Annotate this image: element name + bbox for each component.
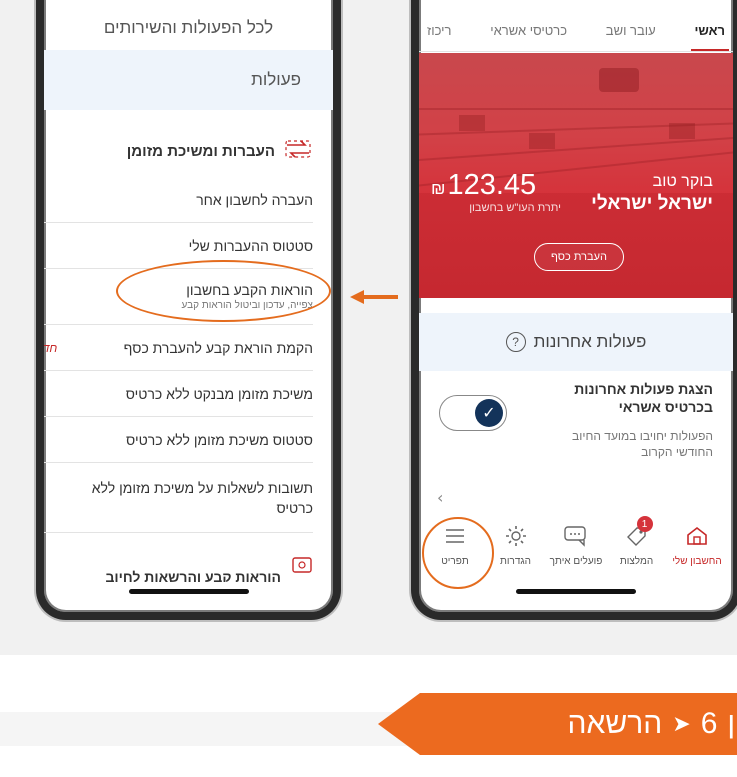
home-icon: [682, 522, 712, 550]
help-icon[interactable]: ?: [505, 332, 526, 352]
user-name: ישראל ישראלי: [591, 193, 713, 214]
menu-item-label: סטטוס ההעברות שלי: [188, 237, 313, 254]
nav-with-you[interactable]: פועלים איתך: [548, 522, 604, 584]
balance-block: ₪123.45 יתרת העו"ש בחשבון: [431, 169, 561, 214]
greeting-text: בוקר טוב: [652, 173, 713, 190]
menu-item-label: הקמת הוראת קבע להעברת כסף: [123, 339, 313, 356]
account-hero: בוקר טוב ישראל ישראלי ₪123.45 יתרת העו"ש…: [419, 53, 733, 298]
balance-label: יתרת העו"ש בחשבון: [469, 202, 561, 214]
phone-home-screen: ראשי עובר ושב כרטיסי אשראי ריכוז בוקר טו…: [411, 0, 737, 620]
tutorial-stage: לכל הפעולות והשירותים פעולות העברות ומשי…: [0, 0, 737, 655]
greeting-block: בוקר טוב ישראל ישראלי: [591, 173, 713, 215]
tab-main[interactable]: ראשי: [690, 10, 729, 51]
banner-underlay: [0, 712, 420, 746]
banner-prefix: הרשאה: [567, 707, 663, 740]
recent-actions-header: פעולות אחרונות ?: [419, 313, 733, 371]
banner-suffix: ון: [727, 707, 737, 740]
toggle-description: הפעולות יחויבו במועד החיוב החודשי הקרוב: [572, 429, 713, 459]
notification-badge: 1: [636, 516, 653, 532]
arrow-left-icon: [350, 290, 398, 304]
menu-item-transfer-other[interactable]: העברה לחשבון אחר: [44, 177, 313, 223]
menu-item-label: העברה לחשבון אחר: [196, 191, 313, 208]
currency-symbol: ₪: [431, 179, 446, 198]
chevron-left-icon[interactable]: ‹: [437, 488, 443, 507]
check-icon: ✓: [475, 399, 503, 427]
recent-actions-title: פעולות אחרונות: [533, 332, 647, 351]
top-tabs: ראשי עובר ושב כרטיסי אשראי ריכוז: [419, 10, 733, 52]
group-standing-orders-header[interactable]: הוראות קבע והרשאות לחיוב: [44, 552, 333, 582]
step-title-banner: ון 6 ➤ הרשאה: [378, 693, 737, 755]
balance-amount: ₪123.45: [431, 169, 561, 202]
actions-list: העברות ומשיכת מזומן העברה לחשבון אחר סטט…: [44, 125, 333, 533]
nav-settings[interactable]: הגדרות: [488, 522, 544, 584]
tab-checking[interactable]: עובר ושב: [606, 10, 656, 51]
menu-highlight: [422, 517, 494, 589]
group-standing-orders-label: הוראות קבע והרשאות לחיוב: [105, 569, 281, 582]
nav-label: פועלים איתך: [549, 556, 603, 567]
menu-item-label: משיכת מזומן מבנקט ללא כרטיס: [125, 385, 313, 402]
banner-text: ון 6 ➤ הרשאה: [567, 707, 737, 741]
chevron-left-icon: ➤: [672, 711, 691, 736]
home-indicator: [516, 589, 636, 594]
nav-label: החשבון שלי: [672, 556, 722, 567]
phone-menu-screen: לכל הפעולות והשירותים פעולות העברות ומשי…: [36, 0, 341, 620]
nav-label: המלצות: [619, 556, 654, 567]
standing-orders-highlight: [116, 260, 331, 322]
group-transfers-label: העברות ומשיכת מזומן: [126, 142, 275, 160]
new-badge: חדש: [36, 340, 58, 355]
tab-summary[interactable]: ריכוז: [427, 10, 451, 51]
recent-credit-toggle-row: הצגת פעולות אחרונות בכרטיס אשראי הפעולות…: [419, 380, 733, 500]
nav-recommendations[interactable]: 1 המלצות: [609, 516, 665, 584]
toggle-title: הצגת פעולות אחרונות בכרטיס אשראי: [574, 381, 713, 415]
standing-order-icon: [291, 556, 313, 578]
home-indicator: [128, 589, 249, 594]
menu-item-new-standing-order[interactable]: הקמת הוראת קבע להעברת כסף חדש: [44, 325, 313, 371]
menu-item-cardless-withdrawal[interactable]: משיכת מזומן מבנקט ללא כרטיס: [44, 371, 313, 417]
actions-section-title: פעולות: [44, 50, 333, 110]
menu-item-cardless-faq[interactable]: תשובות לשאלות על משיכת מזומן ללא כרטיס: [44, 463, 313, 533]
menu-item-label: סטטוס משיכת מזומן ללא כרטיס: [126, 431, 313, 448]
menu-header: לכל הפעולות והשירותים: [103, 18, 274, 37]
menu-item-cardless-status[interactable]: סטטוס משיכת מזומן ללא כרטיס: [44, 417, 313, 463]
gear-icon: [501, 522, 531, 550]
nav-label: הגדרות: [500, 556, 531, 567]
menu-item-label: תשובות לשאלות על משיכת מזומן ללא כרטיס: [91, 479, 313, 516]
transfer-money-button[interactable]: העברת כסף: [534, 243, 624, 271]
nav-my-account[interactable]: החשבון שלי: [669, 522, 725, 584]
group-transfers-header[interactable]: העברות ומשיכת מזומן: [44, 125, 333, 177]
recent-credit-toggle[interactable]: ✓: [439, 395, 507, 431]
banner-number: 6: [700, 707, 718, 740]
balance-value: 123.45: [447, 169, 537, 201]
tab-credit-cards[interactable]: כרטיסי אשראי: [490, 10, 567, 51]
chat-icon: [561, 522, 591, 550]
transfer-icon: [283, 139, 313, 163]
